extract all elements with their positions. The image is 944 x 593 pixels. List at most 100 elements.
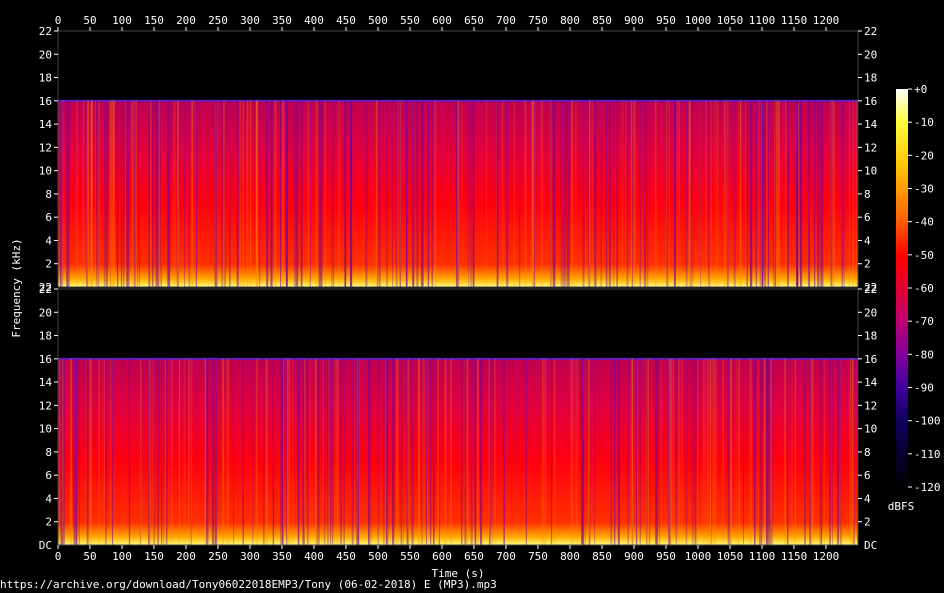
spectral-streak bbox=[738, 358, 741, 546]
spectral-streak bbox=[582, 100, 585, 288]
spectral-streak bbox=[491, 358, 493, 546]
spectral-streak bbox=[112, 358, 114, 546]
x-tick-label: 550 bbox=[400, 14, 420, 27]
spectral-streak bbox=[668, 358, 671, 546]
x-tick-label: 250 bbox=[208, 14, 228, 27]
spectral-streak bbox=[814, 100, 816, 288]
spectral-streak bbox=[632, 100, 633, 288]
spectral-streak bbox=[274, 100, 276, 288]
spectral-streak bbox=[600, 100, 602, 288]
spectral-streak bbox=[694, 358, 697, 546]
spectral-streak bbox=[852, 100, 854, 288]
spectral-streak bbox=[636, 358, 638, 546]
spectral-streak bbox=[317, 100, 319, 288]
spectral-streak bbox=[605, 100, 608, 288]
spectral-streak bbox=[625, 100, 627, 288]
x-tick-label: 400 bbox=[304, 14, 324, 27]
spectral-streak bbox=[791, 358, 793, 546]
spectral-streak bbox=[588, 358, 590, 546]
spectral-streak bbox=[685, 358, 688, 546]
spectral-streak bbox=[184, 100, 185, 288]
spectral-streak bbox=[412, 100, 415, 288]
spectral-streak bbox=[333, 358, 336, 546]
spectral-streak bbox=[525, 358, 527, 546]
spectral-streak bbox=[444, 358, 447, 546]
x-tick-label: 100 bbox=[112, 550, 132, 563]
spectral-streak bbox=[494, 358, 496, 546]
spectral-streak bbox=[729, 358, 732, 546]
y-tick-label: 22 bbox=[39, 25, 52, 38]
y-tick-label: 22 bbox=[39, 283, 52, 296]
spectral-streak bbox=[503, 358, 505, 546]
spectral-streak bbox=[433, 358, 435, 546]
spectral-streak bbox=[148, 100, 150, 288]
x-tick-label: 100 bbox=[112, 14, 132, 27]
spectral-streak bbox=[383, 358, 384, 546]
y-tick-label: 20 bbox=[39, 306, 52, 319]
spectral-streak bbox=[627, 358, 629, 546]
x-tick-label: 950 bbox=[656, 14, 676, 27]
y-tick-label: 10 bbox=[864, 423, 877, 436]
spectral-streak bbox=[59, 358, 61, 546]
spectral-streak bbox=[656, 358, 659, 546]
spectral-streak bbox=[236, 100, 239, 288]
spectral-streak bbox=[89, 358, 90, 546]
spectral-streak bbox=[758, 358, 761, 546]
y-tick-label: 16 bbox=[39, 95, 52, 108]
colorbar-gradient bbox=[896, 89, 908, 487]
spectral-streak bbox=[577, 358, 579, 546]
spectral-streak bbox=[291, 358, 294, 546]
spectral-streak bbox=[191, 100, 194, 288]
spectral-streak bbox=[314, 358, 317, 546]
spectral-streak bbox=[769, 358, 771, 546]
spectral-streak bbox=[128, 358, 131, 546]
spectral-streak bbox=[716, 100, 718, 288]
x-tick-label: 1150 bbox=[781, 14, 808, 27]
x-tick-label: 650 bbox=[464, 550, 484, 563]
spectral-streak bbox=[637, 358, 638, 546]
x-tick-label: 1100 bbox=[749, 14, 776, 27]
spectral-streak bbox=[678, 100, 680, 288]
spectral-streak bbox=[323, 358, 326, 546]
spectral-streak bbox=[168, 358, 170, 546]
spectral-streak bbox=[474, 358, 477, 546]
spectral-streak bbox=[584, 358, 586, 546]
spectral-streak bbox=[139, 358, 142, 546]
spectral-streak bbox=[309, 358, 311, 546]
x-tick-label: 1100 bbox=[749, 550, 776, 563]
spectral-streak bbox=[582, 358, 585, 546]
x-tick-label: 1050 bbox=[717, 550, 744, 563]
spectral-streak bbox=[229, 100, 231, 288]
spectrogram-energy bbox=[58, 358, 858, 545]
spectral-streak bbox=[434, 100, 437, 288]
spectral-streak bbox=[385, 358, 387, 546]
spectral-streak bbox=[242, 100, 245, 288]
spectral-streak bbox=[246, 100, 249, 288]
y-tick-label: 16 bbox=[864, 353, 877, 366]
spectral-streak bbox=[631, 358, 633, 546]
colorbar-tick-label: -50 bbox=[914, 249, 934, 262]
spectral-streak bbox=[564, 100, 566, 288]
spectral-streak bbox=[457, 100, 460, 288]
spectral-streak bbox=[420, 100, 423, 288]
spectral-streak bbox=[351, 358, 354, 546]
spectral-streak bbox=[568, 100, 570, 288]
spectral-streak bbox=[759, 100, 762, 288]
x-tick-label: 1050 bbox=[717, 14, 744, 27]
spectral-streak bbox=[270, 100, 273, 288]
y-tick-label: 16 bbox=[39, 353, 52, 366]
spectral-streak bbox=[439, 358, 440, 546]
spectral-streak bbox=[553, 358, 556, 546]
spectral-streak bbox=[804, 358, 806, 546]
spectral-streak bbox=[242, 358, 244, 546]
y-tick-label: 20 bbox=[864, 48, 877, 61]
spectral-streak bbox=[252, 358, 254, 546]
y-tick-label: 8 bbox=[864, 188, 871, 201]
spectral-streak bbox=[318, 100, 321, 288]
y-tick-label: 2 bbox=[864, 516, 871, 529]
colorbar-tick-label: -60 bbox=[914, 282, 934, 295]
colorbar-tick-label: -30 bbox=[914, 183, 934, 196]
y-tick-label: 6 bbox=[45, 211, 52, 224]
spectral-streak bbox=[163, 358, 164, 546]
spectral-streak bbox=[680, 358, 683, 546]
